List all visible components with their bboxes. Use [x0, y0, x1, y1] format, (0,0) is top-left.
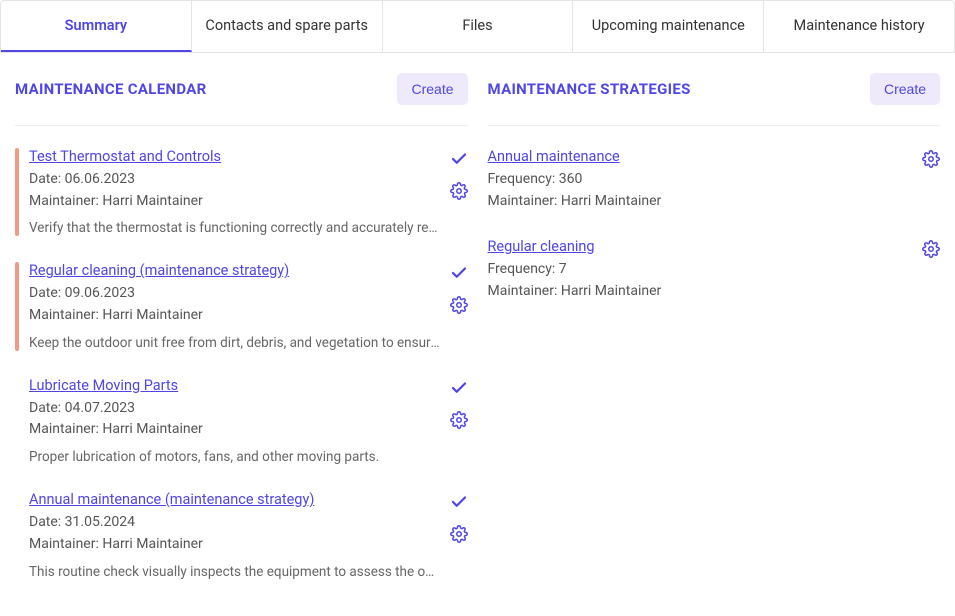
calendar-item-desc: Verify that the thermostat is functionin… — [29, 220, 440, 236]
strategy-item-actions — [922, 238, 940, 302]
strategies-header: MAINTENANCE STRATEGIES Create — [488, 73, 941, 126]
calendar-item: Test Thermostat and Controls Date: 06.06… — [15, 148, 468, 236]
accent-bar — [15, 377, 19, 465]
calendar-item-actions — [450, 148, 468, 236]
accent-bar — [15, 262, 19, 350]
calendar-item-date: Date: 04.07.2023 — [29, 398, 440, 420]
gear-icon[interactable] — [922, 240, 940, 258]
calendar-title: MAINTENANCE CALENDAR — [15, 80, 207, 98]
gear-icon[interactable] — [922, 150, 940, 168]
calendar-item-title[interactable]: Test Thermostat and Controls — [29, 148, 221, 165]
calendar-item-title[interactable]: Lubricate Moving Parts — [29, 377, 178, 394]
check-icon[interactable] — [450, 264, 468, 282]
gear-icon[interactable] — [450, 182, 468, 200]
calendar-item-actions — [450, 377, 468, 465]
calendar-item-body: Lubricate Moving Parts Date: 04.07.2023 … — [29, 377, 440, 465]
accent-bar — [15, 491, 19, 579]
strategy-item-actions — [922, 148, 940, 212]
strategy-item-body: Annual maintenance Frequency: 360 Mainta… — [488, 148, 913, 212]
calendar-item-actions — [450, 262, 468, 350]
strategies-column: MAINTENANCE STRATEGIES Create Annual mai… — [488, 73, 941, 606]
tab-upcoming-maintenance[interactable]: Upcoming maintenance — [573, 1, 764, 52]
calendar-item-title[interactable]: Regular cleaning (maintenance strategy) — [29, 262, 289, 279]
check-icon[interactable] — [450, 150, 468, 168]
strategy-item-body: Regular cleaning Frequency: 7 Maintainer… — [488, 238, 913, 302]
strategies-title: MAINTENANCE STRATEGIES — [488, 80, 691, 98]
gear-icon[interactable] — [450, 525, 468, 543]
tabs-bar: Summary Contacts and spare parts Files U… — [0, 0, 955, 53]
calendar-item-date: Date: 31.05.2024 — [29, 512, 440, 534]
check-icon[interactable] — [450, 379, 468, 397]
calendar-item-desc: This routine check visually inspects the… — [29, 564, 440, 580]
tab-summary[interactable]: Summary — [1, 1, 192, 52]
strategy-item-title[interactable]: Regular cleaning — [488, 238, 595, 255]
calendar-item-body: Annual maintenance (maintenance strategy… — [29, 491, 440, 579]
check-icon[interactable] — [450, 493, 468, 511]
calendar-item-date: Date: 06.06.2023 — [29, 169, 440, 191]
calendar-item-maintainer: Maintainer: Harri Maintainer — [29, 305, 440, 327]
strategy-item: Annual maintenance Frequency: 360 Mainta… — [488, 148, 941, 212]
calendar-item-desc: Keep the outdoor unit free from dirt, de… — [29, 335, 440, 351]
calendar-item-body: Test Thermostat and Controls Date: 06.06… — [29, 148, 440, 236]
strategy-item-maintainer: Maintainer: Harri Maintainer — [488, 281, 913, 303]
tab-maintenance-history[interactable]: Maintenance history — [764, 1, 954, 52]
tab-files[interactable]: Files — [383, 1, 574, 52]
calendar-item: Annual maintenance (maintenance strategy… — [15, 491, 468, 579]
calendar-create-button[interactable]: Create — [397, 73, 467, 105]
strategy-item-title[interactable]: Annual maintenance — [488, 148, 620, 165]
calendar-item-desc: Proper lubrication of motors, fans, and … — [29, 449, 440, 465]
calendar-item-maintainer: Maintainer: Harri Maintainer — [29, 191, 440, 213]
calendar-item-maintainer: Maintainer: Harri Maintainer — [29, 419, 440, 441]
gear-icon[interactable] — [450, 296, 468, 314]
strategy-item: Regular cleaning Frequency: 7 Maintainer… — [488, 238, 941, 302]
strategy-item-frequency: Frequency: 7 — [488, 259, 913, 281]
strategies-create-button[interactable]: Create — [870, 73, 940, 105]
calendar-item-date: Date: 09.06.2023 — [29, 283, 440, 305]
calendar-item-actions — [450, 491, 468, 579]
calendar-item-body: Regular cleaning (maintenance strategy) … — [29, 262, 440, 350]
accent-bar — [15, 148, 19, 236]
strategy-item-maintainer: Maintainer: Harri Maintainer — [488, 191, 913, 213]
calendar-item: Lubricate Moving Parts Date: 04.07.2023 … — [15, 377, 468, 465]
gear-icon[interactable] — [450, 411, 468, 429]
strategy-item-frequency: Frequency: 360 — [488, 169, 913, 191]
calendar-header: MAINTENANCE CALENDAR Create — [15, 73, 468, 126]
calendar-column: MAINTENANCE CALENDAR Create Test Thermos… — [15, 73, 468, 606]
calendar-item-maintainer: Maintainer: Harri Maintainer — [29, 534, 440, 556]
content: MAINTENANCE CALENDAR Create Test Thermos… — [0, 53, 955, 616]
calendar-item-title[interactable]: Annual maintenance (maintenance strategy… — [29, 491, 314, 508]
calendar-item: Regular cleaning (maintenance strategy) … — [15, 262, 468, 350]
tab-contacts-spare-parts[interactable]: Contacts and spare parts — [192, 1, 383, 52]
